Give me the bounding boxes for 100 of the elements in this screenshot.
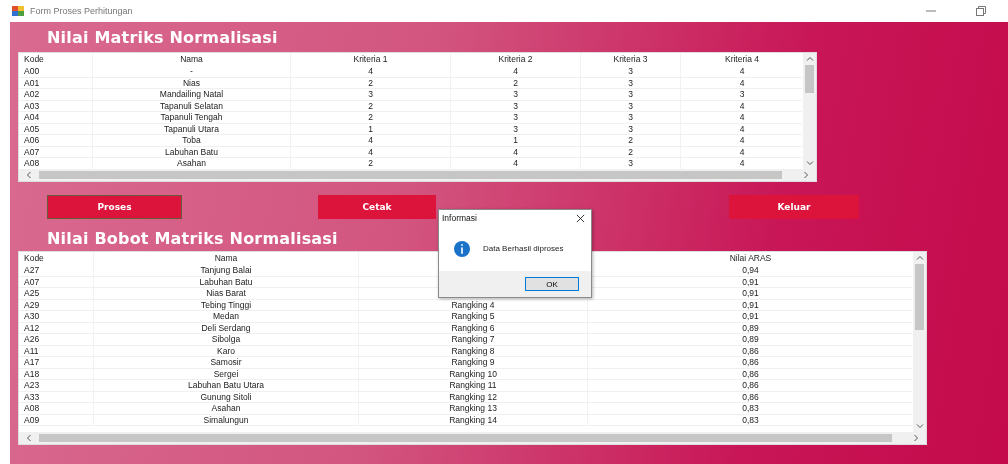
table-cell: Rangking 14: [359, 414, 588, 425]
horizontal-scrollbar[interactable]: [19, 432, 926, 444]
app-icon: [12, 6, 24, 16]
table-cell: Asahan: [93, 158, 291, 169]
table-cell: 3: [451, 100, 581, 111]
info-icon: [454, 240, 470, 257]
action-button[interactable]: Keluar: [729, 195, 859, 219]
column-header[interactable]: Kriteria 3: [581, 53, 681, 66]
table-cell: Labuhan Batu: [93, 146, 291, 157]
column-header[interactable]: Kriteria 1: [291, 53, 451, 66]
column-header[interactable]: Kode: [19, 252, 94, 265]
table-cell: Medan: [94, 311, 359, 322]
table-cell: 2: [291, 77, 451, 88]
table-cell: A27: [19, 265, 94, 276]
table-cell: 3: [451, 123, 581, 134]
table-cell: 4: [291, 135, 451, 146]
table-cell: A26: [19, 334, 94, 345]
table-cell: 4: [291, 146, 451, 157]
table-cell: 4: [451, 66, 581, 77]
table-cell: Toba: [93, 135, 291, 146]
table-cell: 3: [581, 158, 681, 169]
table-cell: Mandailing Natal: [93, 89, 291, 100]
table-cell: Rangking 4: [359, 299, 588, 310]
table-cell: 3: [581, 77, 681, 88]
table-cell: 3: [451, 89, 581, 100]
table-cell: 3: [581, 112, 681, 123]
table-cell: 2: [291, 158, 451, 169]
column-header[interactable]: Nama: [93, 53, 291, 66]
table-cell: Tebing Tinggi: [94, 299, 359, 310]
table-cell: 4: [291, 66, 451, 77]
ok-button[interactable]: OK: [525, 277, 579, 291]
action-button[interactable]: Cetak: [318, 195, 436, 219]
column-header[interactable]: Kriteria 2: [451, 53, 581, 66]
restore-icon[interactable]: [976, 6, 986, 16]
table-cell: Rangking 5: [359, 311, 588, 322]
section-heading: Nilai Bobot Matriks Normalisasi: [47, 229, 339, 248]
table-cell: Simalungun: [94, 414, 359, 425]
table-cell: A23: [19, 380, 94, 391]
scroll-up-icon[interactable]: [805, 55, 814, 63]
vertical-scrollbar[interactable]: [913, 252, 926, 432]
table-cell: A05: [19, 123, 93, 134]
table-cell: 2: [581, 146, 681, 157]
table-cell: -: [93, 66, 291, 77]
scroll-right-icon[interactable]: [802, 171, 810, 179]
table-cell: A06: [19, 135, 93, 146]
scroll-left-icon[interactable]: [25, 171, 33, 179]
table-cell: Rangking 6: [359, 322, 588, 333]
section-heading: Nilai Matriks Normalisasi: [47, 28, 279, 47]
window-title: Form Proses Perhitungan: [30, 6, 133, 16]
scroll-up-icon[interactable]: [915, 254, 924, 262]
table-cell: Rangking 12: [359, 391, 588, 402]
table-cell: 1: [451, 135, 581, 146]
table-cell: A04: [19, 112, 93, 123]
table-cell: 3: [451, 112, 581, 123]
table-cell: Nias Barat: [94, 288, 359, 299]
table-cell: A12: [19, 322, 94, 333]
table-cell: 2: [291, 112, 451, 123]
horizontal-scrollbar[interactable]: [19, 169, 816, 181]
table-cell: 3: [581, 66, 681, 77]
table-cell: A29: [19, 299, 94, 310]
table-cell: A11: [19, 345, 94, 356]
table-cell: 3: [581, 123, 681, 134]
table-cell: Gunung Sitoli: [94, 391, 359, 402]
table-cell: 3: [581, 89, 681, 100]
column-header[interactable]: Kode: [19, 53, 93, 66]
scroll-thumb[interactable]: [39, 434, 892, 442]
scroll-thumb[interactable]: [915, 264, 924, 330]
dialog-title: Informasi: [442, 213, 477, 223]
scroll-down-icon[interactable]: [805, 159, 814, 167]
table-cell: Nias: [93, 77, 291, 88]
table-cell: Tapanuli Tengah: [93, 112, 291, 123]
table-cell: A17: [19, 357, 94, 368]
vertical-scrollbar[interactable]: [803, 53, 816, 169]
table-cell: A00: [19, 66, 93, 77]
table-cell: A03: [19, 100, 93, 111]
table-cell: Rangking 13: [359, 403, 588, 414]
table-cell: Rangking 10: [359, 368, 588, 379]
table-cell: Rangking 7: [359, 334, 588, 345]
table-cell: Tanjung Balai: [94, 265, 359, 276]
table-cell: 2: [451, 77, 581, 88]
scroll-thumb[interactable]: [39, 171, 782, 179]
table-cell: Sergei: [94, 368, 359, 379]
table-cell: A33: [19, 391, 94, 402]
table-cell: 2: [291, 100, 451, 111]
table-cell: Asahan: [94, 403, 359, 414]
table-cell: 4: [451, 158, 581, 169]
table-cell: Labuhan Batu Utara: [94, 380, 359, 391]
close-icon[interactable]: [576, 213, 585, 223]
table-cell: A09: [19, 414, 94, 425]
column-header[interactable]: Nama: [94, 252, 359, 265]
scroll-thumb[interactable]: [805, 65, 814, 93]
table-cell: 4: [451, 146, 581, 157]
action-button[interactable]: Proses: [47, 195, 182, 219]
scroll-left-icon[interactable]: [25, 434, 33, 442]
table-cell: 1: [291, 123, 451, 134]
table-cell: Rangking 11: [359, 380, 588, 391]
scroll-right-icon[interactable]: [912, 434, 920, 442]
scroll-down-icon[interactable]: [915, 422, 924, 430]
table-cell: A08: [19, 403, 94, 414]
table-cell: Labuhan Batu: [94, 276, 359, 287]
